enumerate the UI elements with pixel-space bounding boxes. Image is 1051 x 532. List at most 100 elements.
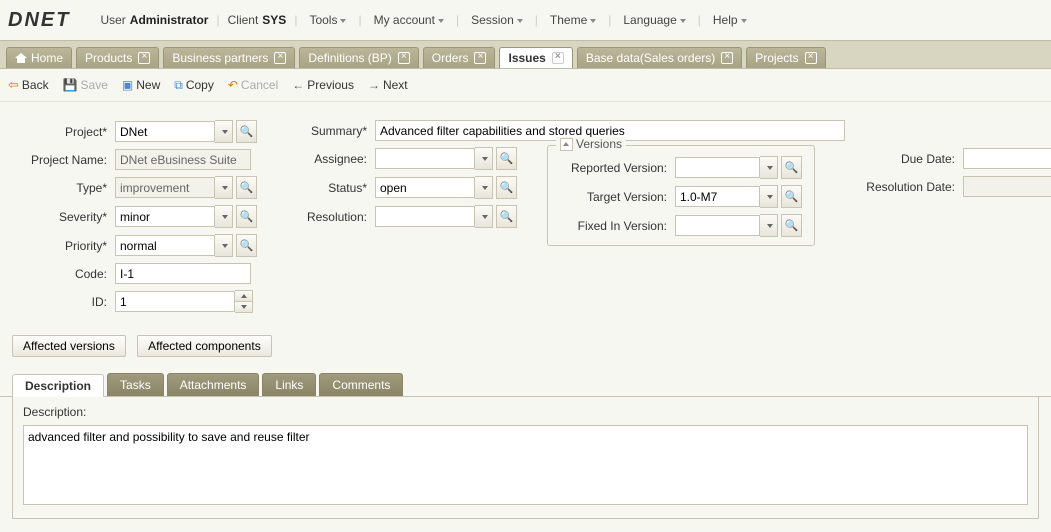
new-button[interactable]: ▣New [122, 78, 160, 92]
due-date-label: Due Date: [845, 152, 963, 166]
copy-icon: ⧉ [174, 78, 183, 93]
severity-dropdown-trigger[interactable] [215, 205, 233, 228]
save-icon: 💾 [63, 78, 78, 92]
chevron-down-icon [517, 19, 523, 23]
reported-version-input[interactable] [675, 157, 760, 178]
chevron-down-icon [340, 19, 346, 23]
assignee-dropdown-trigger[interactable] [475, 147, 493, 170]
resolution-label: Resolution: [287, 210, 375, 224]
versions-legend[interactable]: Versions [556, 137, 626, 151]
back-button[interactable]: ⇦Back [8, 77, 49, 93]
client-value: SYS [262, 13, 286, 27]
affected-versions-button[interactable]: Affected versions [12, 335, 126, 357]
tab-definitions-bp[interactable]: Definitions (BP)× [299, 47, 418, 68]
spinner-up-icon[interactable] [235, 291, 252, 302]
close-icon[interactable]: × [721, 52, 733, 64]
fixed-version-label: Fixed In Version: [552, 219, 675, 233]
close-icon[interactable]: × [398, 52, 410, 64]
tab-base-data[interactable]: Base data(Sales orders)× [577, 47, 742, 68]
fixed-version-input[interactable] [675, 215, 760, 236]
resolution-dropdown-trigger[interactable] [475, 205, 493, 228]
chevron-down-icon [741, 19, 747, 23]
save-button[interactable]: 💾Save [63, 78, 108, 92]
versions-fieldset: Versions Reported Version: 🔍 Target Vers… [547, 145, 815, 246]
severity-input[interactable] [115, 206, 215, 227]
sub-tab-tasks[interactable]: Tasks [107, 373, 164, 396]
priority-dropdown-trigger[interactable] [215, 234, 233, 257]
arrow-right-icon: → [368, 78, 380, 92]
affected-components-button[interactable]: Affected components [137, 335, 272, 357]
menu-session[interactable]: Session [467, 11, 527, 29]
close-icon[interactable]: × [274, 52, 286, 64]
resolution-date-input [963, 176, 1051, 197]
sub-tab-attachments[interactable]: Attachments [167, 373, 260, 396]
header-info: User Administrator | Client SYS | Tools … [100, 11, 750, 29]
project-label: Project* [12, 125, 115, 139]
code-input[interactable] [115, 263, 251, 284]
sub-tab-comments[interactable]: Comments [319, 373, 403, 396]
target-version-search-button[interactable]: 🔍 [781, 185, 802, 208]
tab-orders[interactable]: Orders× [423, 47, 496, 68]
chevron-down-icon [590, 19, 596, 23]
id-label: ID: [12, 295, 115, 309]
type-search-button[interactable]: 🔍 [236, 176, 257, 199]
target-version-dropdown-trigger[interactable] [760, 185, 778, 208]
tab-products[interactable]: Products× [76, 47, 159, 68]
next-button[interactable]: →Next [368, 78, 408, 92]
issue-form: Project* 🔍 Project Name: Type* 🔍 [0, 102, 1051, 325]
close-icon[interactable]: × [805, 52, 817, 64]
description-textarea[interactable] [23, 425, 1028, 505]
project-name-label: Project Name: [12, 153, 115, 167]
copy-button[interactable]: ⧉Copy [174, 78, 214, 93]
previous-button[interactable]: ←Previous [292, 78, 354, 92]
sub-tab-description[interactable]: Description [12, 374, 104, 397]
project-name-input [115, 149, 251, 170]
menu-language[interactable]: Language [619, 11, 689, 29]
spinner-down-icon[interactable] [235, 302, 252, 312]
target-version-input[interactable] [675, 186, 760, 207]
project-search-button[interactable]: 🔍 [236, 120, 257, 143]
logo: DNET [8, 9, 70, 32]
id-spinner[interactable] [235, 290, 253, 313]
resolution-search-button[interactable]: 🔍 [496, 205, 517, 228]
close-icon[interactable]: × [552, 52, 564, 64]
assignee-input[interactable] [375, 148, 475, 169]
priority-input[interactable] [115, 235, 215, 256]
tab-issues[interactable]: Issues× [499, 47, 572, 68]
id-input[interactable] [115, 291, 235, 312]
tab-business-partners[interactable]: Business partners× [163, 47, 295, 68]
project-dropdown-trigger[interactable] [215, 120, 233, 143]
cancel-button[interactable]: ↶Cancel [228, 78, 278, 92]
status-input[interactable] [375, 177, 475, 198]
resolution-input[interactable] [375, 206, 475, 227]
new-icon: ▣ [122, 78, 133, 92]
collapse-icon[interactable] [560, 138, 573, 151]
sub-tab-links[interactable]: Links [262, 373, 316, 396]
menu-help[interactable]: Help [709, 11, 751, 29]
fixed-version-search-button[interactable]: 🔍 [781, 214, 802, 237]
menu-tools[interactable]: Tools [305, 11, 350, 29]
type-dropdown-trigger[interactable] [215, 176, 233, 199]
tab-home[interactable]: Home [6, 47, 72, 68]
reported-version-dropdown-trigger[interactable] [760, 156, 778, 179]
severity-label: Severity* [12, 210, 115, 224]
severity-search-button[interactable]: 🔍 [236, 205, 257, 228]
priority-search-button[interactable]: 🔍 [236, 234, 257, 257]
reported-version-search-button[interactable]: 🔍 [781, 156, 802, 179]
assignee-search-button[interactable]: 🔍 [496, 147, 517, 170]
close-icon[interactable]: × [474, 52, 486, 64]
description-panel: Description: [12, 397, 1039, 519]
tab-projects[interactable]: Projects× [746, 47, 825, 68]
menu-theme[interactable]: Theme [546, 11, 600, 29]
fixed-version-dropdown-trigger[interactable] [760, 214, 778, 237]
type-input[interactable] [115, 177, 215, 198]
menu-my-account[interactable]: My account [370, 11, 448, 29]
close-icon[interactable]: × [138, 52, 150, 64]
status-dropdown-trigger[interactable] [475, 176, 493, 199]
status-search-button[interactable]: 🔍 [496, 176, 517, 199]
due-date-input[interactable] [963, 148, 1051, 169]
project-input[interactable] [115, 121, 215, 142]
chevron-down-icon [438, 19, 444, 23]
description-label: Description: [23, 405, 1028, 419]
target-version-label: Target Version: [552, 190, 675, 204]
